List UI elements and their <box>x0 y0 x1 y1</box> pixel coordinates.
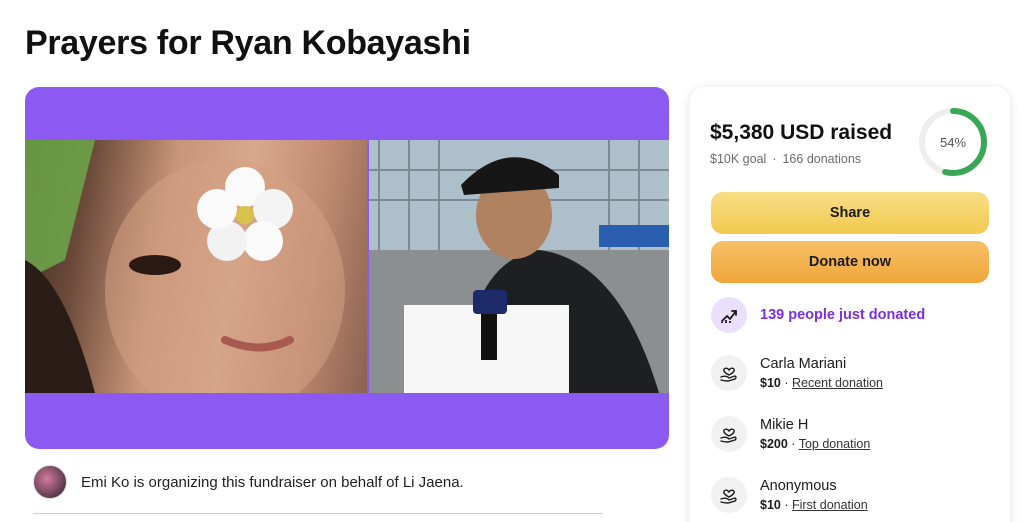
hero-photo-man <box>369 140 669 393</box>
donor-amount: $10 <box>760 376 781 390</box>
donor-item: Mikie H $200 · Top donation <box>711 416 870 452</box>
heart-hand-icon <box>711 477 747 513</box>
organizer-row: Emi Ko is organizing this fundraiser on … <box>33 464 603 500</box>
goal-meta: $10K goal · 166 donations <box>710 152 861 166</box>
section-divider <box>33 513 603 514</box>
heart-hand-icon <box>711 355 747 391</box>
progress-label: 54% <box>939 134 967 150</box>
donor-separator: · <box>780 498 792 512</box>
page-title: Prayers for Ryan Kobayashi <box>25 24 471 62</box>
hero-photo-woman <box>25 140 367 393</box>
donor-name: Anonymous <box>760 478 837 494</box>
donor-tag-link[interactable]: First donation <box>792 498 868 512</box>
donation-card: $5,380 USD raised $10K goal · 166 donation… <box>690 87 1010 522</box>
donor-name: Mikie H <box>760 417 809 433</box>
donor-separator: · <box>780 376 792 390</box>
hero-image <box>25 87 669 449</box>
organizer-text: Emi Ko is organizing this fundraiser on … <box>81 473 464 491</box>
trend-text[interactable]: 139 people just donated <box>760 307 925 323</box>
donation-count: 166 donations <box>782 152 862 166</box>
donor-amount: $10 <box>760 498 781 512</box>
trending-up-icon <box>711 297 747 333</box>
organizer-avatar[interactable] <box>33 465 67 499</box>
donor-tag-link[interactable]: Top donation <box>799 437 871 451</box>
donor-tag-link[interactable]: Recent donation <box>792 376 883 390</box>
amount-raised: $5,380 USD raised <box>710 121 893 144</box>
heart-hand-icon <box>711 416 747 452</box>
donor-amount: $200 <box>760 437 788 451</box>
donor-separator: · <box>787 437 799 451</box>
donor-item: Anonymous $10 · First donation <box>711 477 868 513</box>
recent-donations-trend: 139 people just donated <box>711 297 925 333</box>
share-button[interactable]: Share <box>711 192 989 234</box>
meta-separator: · <box>772 152 777 166</box>
donor-item: Carla Mariani $10 · Recent donation <box>711 355 883 391</box>
donor-name: Carla Mariani <box>760 356 847 372</box>
donate-now-button[interactable]: Donate now <box>711 241 989 283</box>
goal-text: $10K goal <box>710 152 767 166</box>
